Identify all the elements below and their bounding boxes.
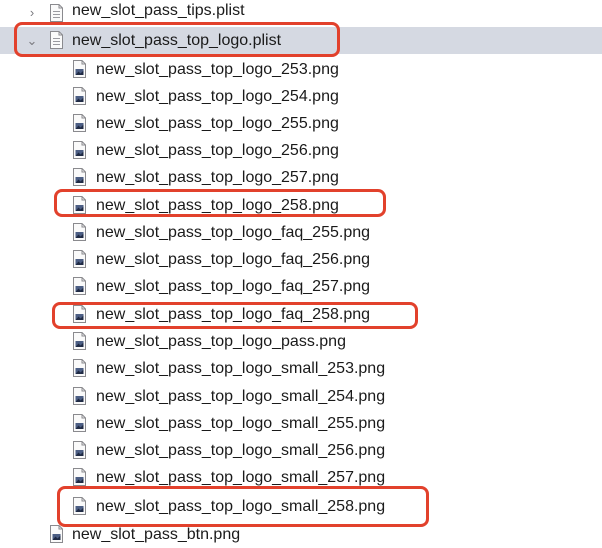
tree-row-label: new_slot_pass_top_logo_256.png — [96, 142, 339, 159]
tree-row-child[interactable]: new_slot_pass_top_logo_small_253.png — [0, 355, 602, 382]
png-file-icon — [73, 60, 86, 78]
tree-row-child[interactable]: new_slot_pass_top_logo_small_255.png — [0, 410, 602, 437]
png-file-icon — [73, 250, 86, 268]
tree-row-label: new_slot_pass_top_logo_small_253.png — [96, 360, 386, 377]
tree-row-child[interactable]: new_slot_pass_top_logo_253.png — [0, 56, 602, 83]
tree-row-label: new_slot_pass_btn.png — [72, 526, 241, 543]
tree-row-child[interactable]: new_slot_pass_top_logo_faq_257.png — [0, 273, 602, 300]
tree-row-label: new_slot_pass_top_logo_small_256.png — [96, 442, 386, 459]
png-file-icon — [73, 332, 86, 350]
png-file-icon — [73, 468, 86, 486]
tree-row-child[interactable]: new_slot_pass_top_logo_faq_258.png — [0, 301, 602, 328]
png-file-icon — [73, 497, 86, 515]
file-tree: › new_slot_pass_tips.plist ⌄ new_slot_pa… — [0, 0, 602, 548]
tree-row-label: new_slot_pass_tips.plist — [72, 2, 245, 19]
png-file-icon — [73, 359, 86, 377]
png-file-icon — [73, 168, 86, 186]
tree-row-label: new_slot_pass_top_logo_small_254.png — [96, 388, 386, 405]
tree-row-child[interactable]: new_slot_pass_top_logo_256.png — [0, 137, 602, 164]
chevron-right-icon[interactable]: › — [25, 6, 39, 20]
chevron-down-icon[interactable]: ⌄ — [25, 34, 39, 48]
tree-row-label: new_slot_pass_top_logo_faq_256.png — [96, 251, 371, 268]
plist-file-icon — [50, 31, 63, 49]
tree-row-label: new_slot_pass_top_logo.plist — [72, 32, 282, 49]
tree-row-label: new_slot_pass_top_logo_small_258.png — [96, 498, 386, 515]
png-file-icon — [73, 387, 86, 405]
png-file-icon — [73, 114, 86, 132]
tree-row-label: new_slot_pass_top_logo_pass.png — [96, 333, 346, 350]
png-file-icon — [73, 87, 86, 105]
png-file-icon — [73, 414, 86, 432]
tree-row-child[interactable]: new_slot_pass_top_logo_257.png — [0, 164, 602, 191]
tree-row-label: new_slot_pass_top_logo_faq_255.png — [96, 224, 371, 241]
tree-row-bottom-file[interactable]: new_slot_pass_btn.png — [0, 521, 602, 548]
tree-row-child[interactable]: new_slot_pass_top_logo_faq_256.png — [0, 246, 602, 273]
tree-row-child[interactable]: new_slot_pass_top_logo_faq_255.png — [0, 219, 602, 246]
png-file-icon — [73, 196, 86, 214]
tree-row-label: new_slot_pass_top_logo_small_255.png — [96, 415, 386, 432]
tree-row-child[interactable]: new_slot_pass_top_logo_pass.png — [0, 328, 602, 355]
plist-file-icon — [50, 4, 63, 22]
png-file-icon — [73, 141, 86, 159]
tree-row-label: new_slot_pass_top_logo_257.png — [96, 169, 339, 186]
tree-row-child[interactable]: new_slot_pass_top_logo_258.png — [0, 192, 602, 219]
tree-row-label: new_slot_pass_top_logo_258.png — [96, 197, 339, 214]
tree-row-top-file[interactable]: › new_slot_pass_tips.plist — [0, 0, 602, 27]
png-file-icon — [73, 223, 86, 241]
tree-row-group[interactable]: ⌄ new_slot_pass_top_logo.plist — [0, 27, 602, 54]
tree-row-label: new_slot_pass_top_logo_255.png — [96, 115, 339, 132]
tree-row-child[interactable]: new_slot_pass_top_logo_small_257.png — [0, 464, 602, 491]
tree-row-child[interactable]: new_slot_pass_top_logo_254.png — [0, 83, 602, 110]
tree-row-label: new_slot_pass_top_logo_faq_257.png — [96, 278, 371, 295]
png-file-icon — [73, 441, 86, 459]
tree-row-label: new_slot_pass_top_logo_small_257.png — [96, 469, 386, 486]
tree-row-child[interactable]: new_slot_pass_top_logo_255.png — [0, 110, 602, 137]
tree-row-child[interactable]: new_slot_pass_top_logo_small_256.png — [0, 437, 602, 464]
png-file-icon — [73, 305, 86, 323]
tree-row-label: new_slot_pass_top_logo_254.png — [96, 88, 339, 105]
tree-row-child[interactable]: new_slot_pass_top_logo_small_254.png — [0, 383, 602, 410]
png-file-icon — [50, 525, 63, 543]
png-file-icon — [73, 277, 86, 295]
tree-row-label: new_slot_pass_top_logo_faq_258.png — [96, 306, 371, 323]
tree-row-label: new_slot_pass_top_logo_253.png — [96, 61, 339, 78]
tree-row-child[interactable]: new_slot_pass_top_logo_small_258.png — [0, 493, 602, 520]
